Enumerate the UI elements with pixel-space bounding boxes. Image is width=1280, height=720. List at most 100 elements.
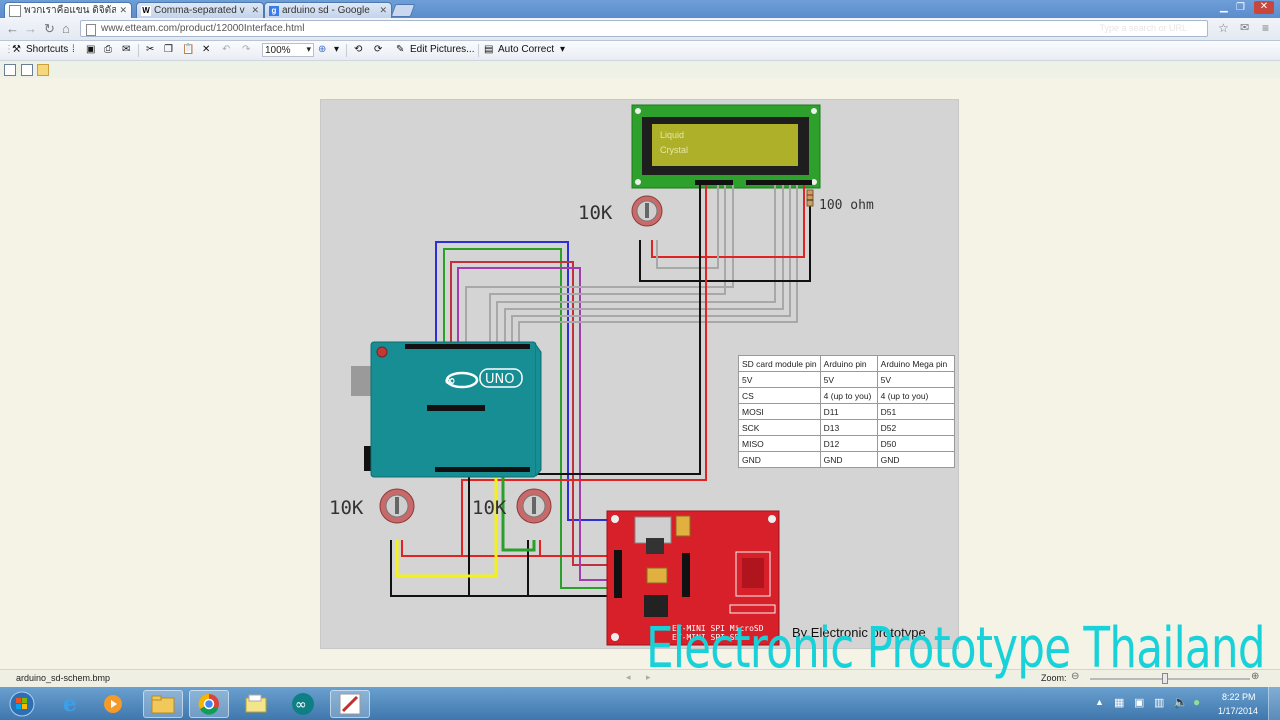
taskbar-ie[interactable]: e (50, 690, 90, 718)
lcd-line-1: Liquid (660, 130, 684, 140)
uno-label: UNO (485, 372, 514, 387)
table-cell: CS (738, 387, 821, 404)
column-header: Arduino pin (819, 355, 878, 372)
reset-button (376, 346, 388, 358)
table-cell: 4 (up to you) (876, 387, 955, 404)
tray-icon[interactable]: ● (1193, 695, 1200, 709)
column-header: SD card module pin (738, 355, 821, 372)
potentiometer-right: 10K (472, 488, 552, 524)
media-player-icon (104, 695, 122, 713)
taskbar-chrome[interactable] (189, 690, 229, 718)
ie-icon: e (63, 691, 77, 717)
folder-icon (245, 694, 267, 713)
lcd-header-left (695, 180, 733, 185)
table-cell: 5V (876, 371, 955, 388)
network-icon[interactable]: ▥ (1154, 696, 1164, 709)
table-cell: D11 (819, 403, 878, 420)
table-cell: D50 (876, 435, 955, 452)
table-cell: SCK (738, 419, 821, 436)
mount-hole (768, 515, 776, 523)
capacitor (646, 567, 668, 584)
watermark-text: Electronic Prototype Thailand (646, 616, 1266, 681)
table-row: CS 4 (up to you) 4 (up to you) (738, 387, 955, 404)
tab-label: พวกเราคือแขน ดิจิตัล (24, 5, 117, 16)
arduino-icon: ∞ (292, 693, 314, 715)
paint-icon (339, 693, 361, 715)
resistor-100-ohm: 100 ohm (806, 189, 874, 213)
table-header-row: SD card module pin Arduino pin Arduino M… (738, 355, 955, 372)
analog-header (435, 467, 530, 472)
table-cell: D51 (876, 403, 955, 420)
ic-chip (644, 595, 668, 617)
atmega-chip (427, 405, 485, 411)
sd-header-left (614, 550, 622, 598)
pot-label-top: 10K (578, 202, 613, 224)
arduino-logo-icon: ∞ (444, 373, 456, 389)
pot-slot (645, 203, 649, 218)
table-row: SCK D13 D52 (738, 419, 955, 436)
taskbar-folder[interactable] (236, 690, 276, 718)
taskbar-arduino[interactable]: ∞ (283, 690, 323, 718)
show-desktop-button[interactable] (1268, 687, 1280, 720)
clock-time[interactable]: 8:22 PM (1222, 692, 1256, 702)
table-cell: 5V (738, 371, 821, 388)
lcd-module: Liquid Crystal (631, 104, 821, 189)
microsd-slot (742, 558, 764, 588)
page-icon (9, 4, 21, 17)
capacitor (675, 515, 691, 537)
table-cell: GND (876, 451, 955, 468)
pot-label-right: 10K (472, 497, 507, 519)
start-button[interactable] (2, 690, 42, 718)
table-cell: MOSI (738, 403, 821, 420)
sd-header-right (682, 553, 690, 597)
taskbar-paint[interactable] (330, 690, 370, 718)
tray-icon[interactable]: ▣ (1134, 696, 1144, 709)
table-row: GND GND GND (738, 451, 955, 468)
wire-yellow (395, 470, 498, 578)
close-icon[interactable]: ✕ (119, 5, 127, 16)
wire-gray-wiper (656, 185, 719, 269)
scroll-left-icon[interactable]: ◂ (626, 672, 631, 683)
wire-red-pot1 (401, 540, 462, 557)
table-cell: D12 (819, 435, 878, 452)
mount-hole (611, 515, 619, 523)
regulator (646, 538, 664, 554)
table-cell: MISO (738, 435, 821, 452)
arduino-uno-board: ∞ UNO (351, 341, 542, 478)
mount-hole (811, 108, 817, 114)
table-cell: GND (738, 451, 821, 468)
explorer-icon (151, 695, 175, 714)
table-row: MOSI D11 D51 (738, 403, 955, 420)
column-header: Arduino Mega pin (876, 355, 955, 372)
table-row: MISO D12 D50 (738, 435, 955, 452)
pot-slot (532, 497, 536, 514)
chrome-icon (198, 693, 219, 715)
mount-hole (635, 179, 641, 185)
taskbar-explorer[interactable] (143, 690, 183, 718)
pin-mapping-table: SD card module pin Arduino pin Arduino M… (738, 355, 955, 468)
clock-date[interactable]: 1/17/2014 (1218, 706, 1258, 716)
table-cell: 4 (up to you) (819, 387, 878, 404)
digital-header (405, 344, 530, 349)
tab-etteam[interactable]: พวกเราคือแขน ดิจิตัล ✕ (4, 2, 132, 18)
status-filename: arduino_sd-schem.bmp (16, 673, 111, 683)
svg-text:∞: ∞ (295, 697, 307, 713)
tray-expand-icon[interactable]: ▲ (1095, 697, 1104, 707)
table-cell: D52 (876, 419, 955, 436)
table-cell: 5V (819, 371, 878, 388)
tray-icon[interactable]: ▦ (1114, 696, 1124, 709)
table-cell: D13 (819, 419, 878, 436)
start-orb-icon (9, 691, 35, 717)
resistor-label: 100 ohm (819, 198, 874, 213)
table-row: 5V 5V 5V (738, 371, 955, 388)
wire-red-lcd (651, 185, 805, 258)
volume-icon[interactable]: 🔈 (1173, 695, 1188, 709)
taskbar: e ∞ ▲ ▦ ▣ ▥ 🔈 ● 8:22 PM 1/17/2014 (0, 687, 1280, 720)
taskbar-media-player[interactable] (93, 690, 133, 718)
mount-hole (635, 108, 641, 114)
mount-hole (611, 633, 619, 641)
potentiometer-left: 10K (329, 488, 415, 524)
arduino-edge (535, 344, 542, 477)
lcd-header-right (746, 180, 812, 185)
pot-label-left: 10K (329, 497, 364, 519)
